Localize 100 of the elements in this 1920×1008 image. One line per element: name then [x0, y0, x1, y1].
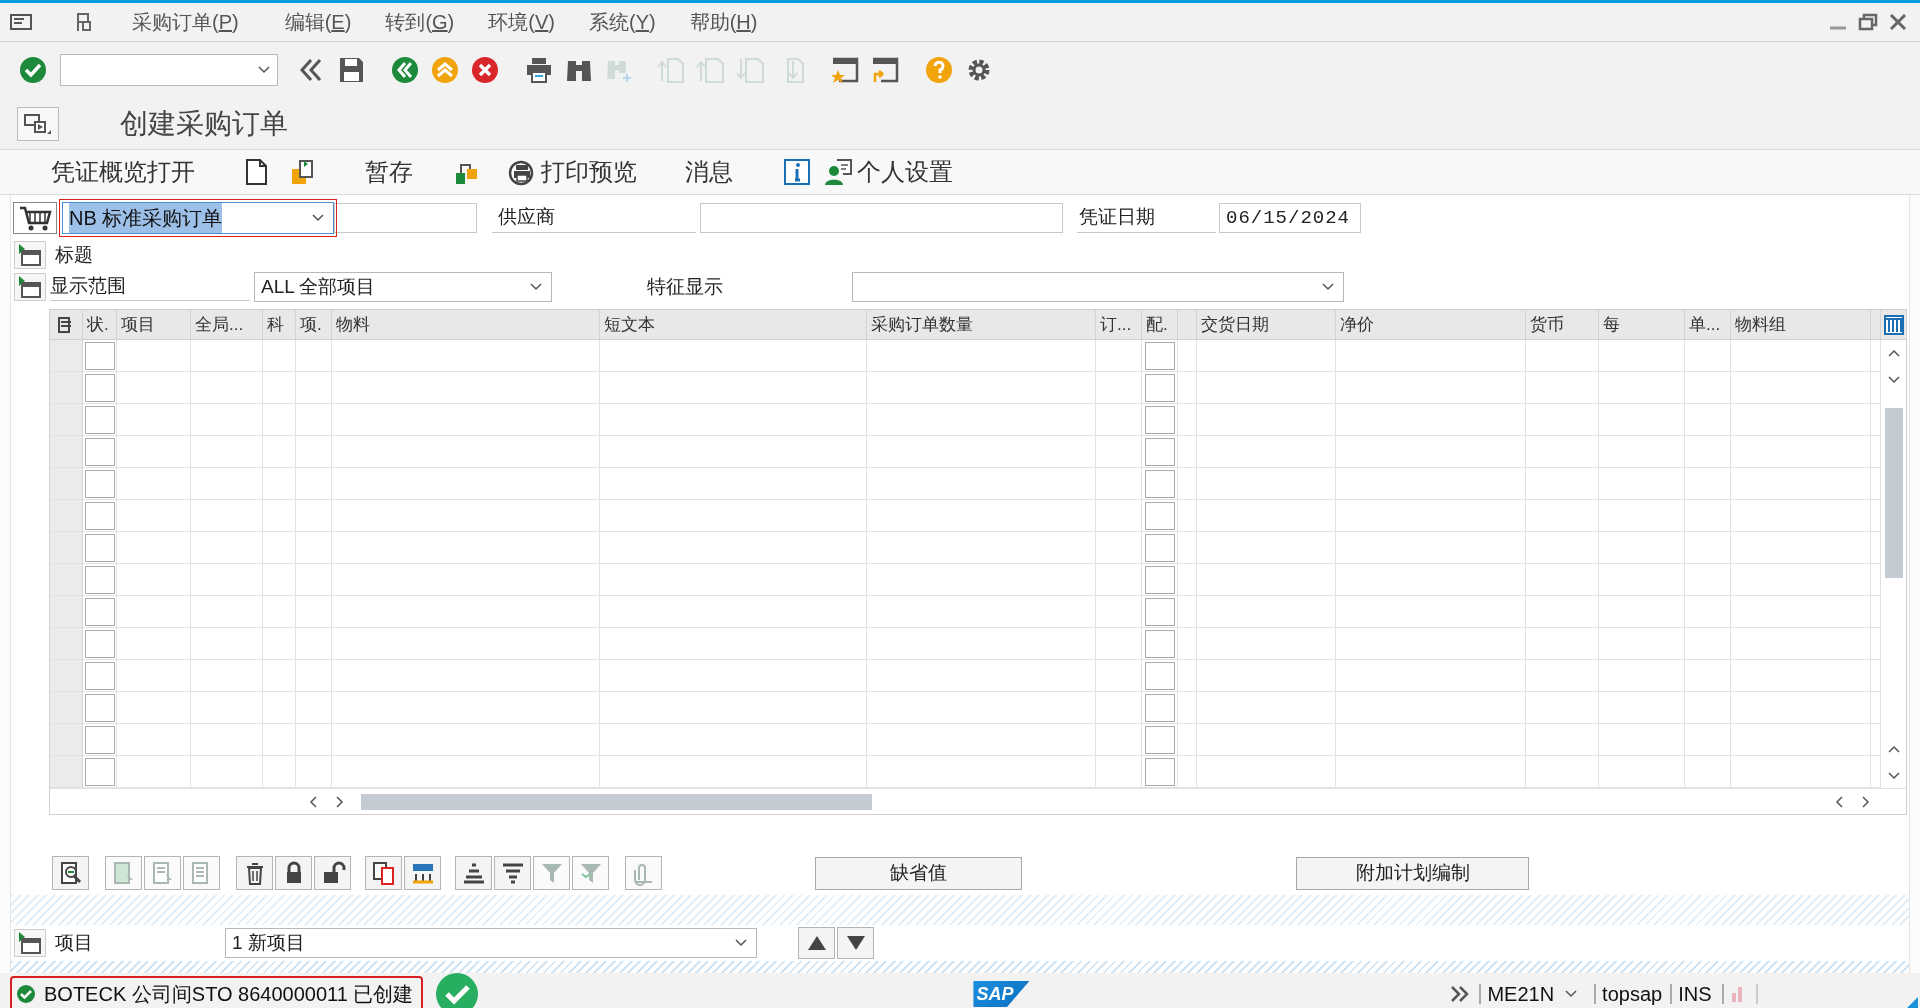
restore-icon[interactable] — [1858, 12, 1878, 32]
checkbox[interactable] — [1144, 437, 1175, 466]
menu-item[interactable]: 系统(Y) — [586, 7, 658, 37]
checkbox[interactable] — [1144, 629, 1175, 658]
menu-item[interactable]: 转到(G) — [383, 7, 457, 37]
checkbox[interactable] — [1144, 725, 1175, 754]
action-button[interactable]: 缺省值 — [815, 856, 1022, 890]
row-selector[interactable] — [50, 340, 83, 371]
scroll-right-icon[interactable] — [334, 794, 346, 809]
scroll-right-icon[interactable] — [1860, 794, 1872, 809]
triangle-up-icon[interactable] — [806, 935, 827, 951]
transaction-code[interactable]: ME21N — [1487, 979, 1555, 1008]
scroll-down-icon[interactable] — [1885, 769, 1902, 781]
checkbox[interactable] — [1144, 597, 1175, 626]
checkbox[interactable] — [84, 341, 115, 370]
column-header[interactable]: 科 — [263, 310, 296, 339]
menu-item[interactable]: 帮助(H) — [687, 7, 760, 37]
scroll-left-icon[interactable] — [308, 794, 320, 809]
column-header[interactable]: 短文本 — [600, 310, 867, 339]
row-selector[interactable] — [50, 468, 83, 499]
layout-menu-button[interactable] — [17, 106, 59, 141]
toolbar-button[interactable]: 消息 — [681, 154, 737, 190]
command-field[interactable] — [60, 54, 278, 86]
printer-icon[interactable] — [524, 55, 554, 85]
row-selector[interactable] — [50, 756, 83, 787]
menu-item[interactable]: 编辑(E) — [282, 7, 354, 37]
date-input[interactable]: 06/15/2024 — [1219, 203, 1361, 233]
action-button[interactable]: 附加计划编制 — [1296, 856, 1529, 890]
checkbox[interactable] — [1144, 661, 1175, 690]
row-selector[interactable] — [50, 436, 83, 467]
checkbox[interactable] — [84, 725, 115, 754]
column-header[interactable]: 单... — [1685, 310, 1731, 339]
menu-item[interactable]: 环境(V) — [486, 7, 557, 37]
window-arrow-icon[interactable] — [870, 55, 900, 85]
row-selector[interactable] — [50, 532, 83, 563]
column-header[interactable]: 配. — [1142, 310, 1178, 339]
column-header[interactable]: 项目 — [117, 310, 191, 339]
checkbox[interactable] — [84, 373, 115, 402]
expand-icon[interactable] — [16, 930, 44, 956]
checkbox[interactable] — [1144, 373, 1175, 402]
scrollbar-thumb[interactable] — [361, 793, 872, 810]
column-header[interactable]: 采购订单数量 — [867, 310, 1096, 339]
exit-icon[interactable] — [430, 55, 460, 85]
row-selector[interactable] — [50, 628, 83, 659]
checkbox[interactable] — [1144, 757, 1175, 786]
checkbox[interactable] — [84, 661, 115, 690]
column-header[interactable]: 项. — [296, 310, 332, 339]
toolbar-button[interactable]: 个人设置 — [821, 154, 955, 190]
table-settings-icon[interactable] — [1883, 314, 1904, 335]
column-header[interactable]: 交货日期 — [1197, 310, 1336, 339]
order-type-dropdown[interactable]: NB 标准采购订单 — [62, 202, 334, 234]
item-dropdown[interactable]: 1 新项目 — [225, 928, 757, 958]
expand-icon[interactable] — [16, 274, 44, 300]
row-selector[interactable] — [50, 724, 83, 755]
checkbox[interactable] — [84, 565, 115, 594]
feature-dropdown[interactable] — [852, 272, 1344, 302]
scrollbar-thumb[interactable] — [1884, 408, 1903, 578]
checkbox[interactable] — [1144, 565, 1175, 594]
column-header[interactable]: 全局... — [191, 310, 263, 339]
row-selector[interactable] — [50, 692, 83, 723]
close-icon[interactable] — [1888, 12, 1908, 32]
toolbar-button[interactable]: 暂存 — [361, 154, 417, 190]
column-header[interactable]: 货币 — [1526, 310, 1599, 339]
column-header[interactable]: 物料 — [332, 310, 600, 339]
checkbox[interactable] — [84, 405, 115, 434]
checkbox[interactable] — [84, 693, 115, 722]
info-icon[interactable] — [782, 157, 812, 187]
cancel-icon[interactable] — [470, 55, 500, 85]
menu-item[interactable]: 采购订单(P) — [130, 7, 241, 37]
checkbox[interactable] — [1144, 501, 1175, 530]
column-header[interactable]: 订... — [1096, 310, 1142, 339]
menu-icon[interactable] — [10, 13, 32, 31]
row-selector[interactable] — [50, 660, 83, 691]
checkbox[interactable] — [1144, 469, 1175, 498]
checkbox[interactable] — [84, 533, 115, 562]
checkbox[interactable] — [1144, 693, 1175, 722]
column-header[interactable]: 状. — [83, 310, 117, 339]
scroll-left-icon[interactable] — [1834, 794, 1846, 809]
checkbox[interactable] — [84, 597, 115, 626]
checkbox[interactable] — [84, 437, 115, 466]
toolbar-button[interactable]: 打印预览 — [505, 154, 639, 190]
row-selector[interactable] — [50, 404, 83, 435]
checkbox[interactable] — [1144, 405, 1175, 434]
display-dropdown[interactable]: ALL 全部项目 — [254, 272, 552, 302]
checkbox[interactable] — [84, 757, 115, 786]
checkbox[interactable] — [1144, 533, 1175, 562]
expand-icon[interactable] — [16, 242, 44, 268]
cart-button[interactable] — [13, 202, 57, 234]
row-selector[interactable] — [50, 596, 83, 627]
window-star-icon[interactable] — [830, 55, 860, 85]
triangle-down-icon[interactable] — [845, 935, 866, 951]
checkbox[interactable] — [84, 469, 115, 498]
toolbar-button[interactable]: 凭证概览打开 — [47, 154, 199, 190]
back-icon[interactable] — [390, 55, 420, 85]
checkbox[interactable] — [1144, 341, 1175, 370]
checkbox[interactable] — [84, 501, 115, 530]
row-selector[interactable] — [50, 372, 83, 403]
column-header[interactable]: 物料组 — [1731, 310, 1871, 339]
row-selector[interactable] — [50, 500, 83, 531]
checkbox[interactable] — [84, 629, 115, 658]
